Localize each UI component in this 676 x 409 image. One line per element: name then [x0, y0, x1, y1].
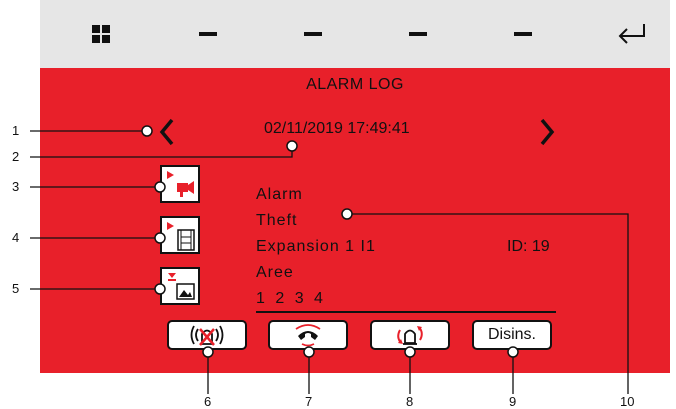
callout-lines [30, 125, 629, 394]
callout-9-marker [507, 346, 519, 358]
callout-8-marker [404, 346, 416, 358]
callout-2: 2 [12, 149, 20, 164]
callout-2-marker [286, 140, 298, 152]
callout-5-marker [154, 283, 166, 295]
callout-1-marker [141, 125, 153, 137]
callout-5: 5 [12, 281, 20, 296]
callout-4-marker [154, 232, 166, 244]
callout-3-marker [154, 181, 166, 193]
callout-10-marker [341, 208, 353, 220]
callout-6-marker [202, 346, 214, 358]
callout-4: 4 [12, 230, 20, 245]
callout-3: 3 [12, 179, 20, 194]
callout-1: 1 [12, 123, 20, 138]
callout-7-marker [303, 346, 315, 358]
